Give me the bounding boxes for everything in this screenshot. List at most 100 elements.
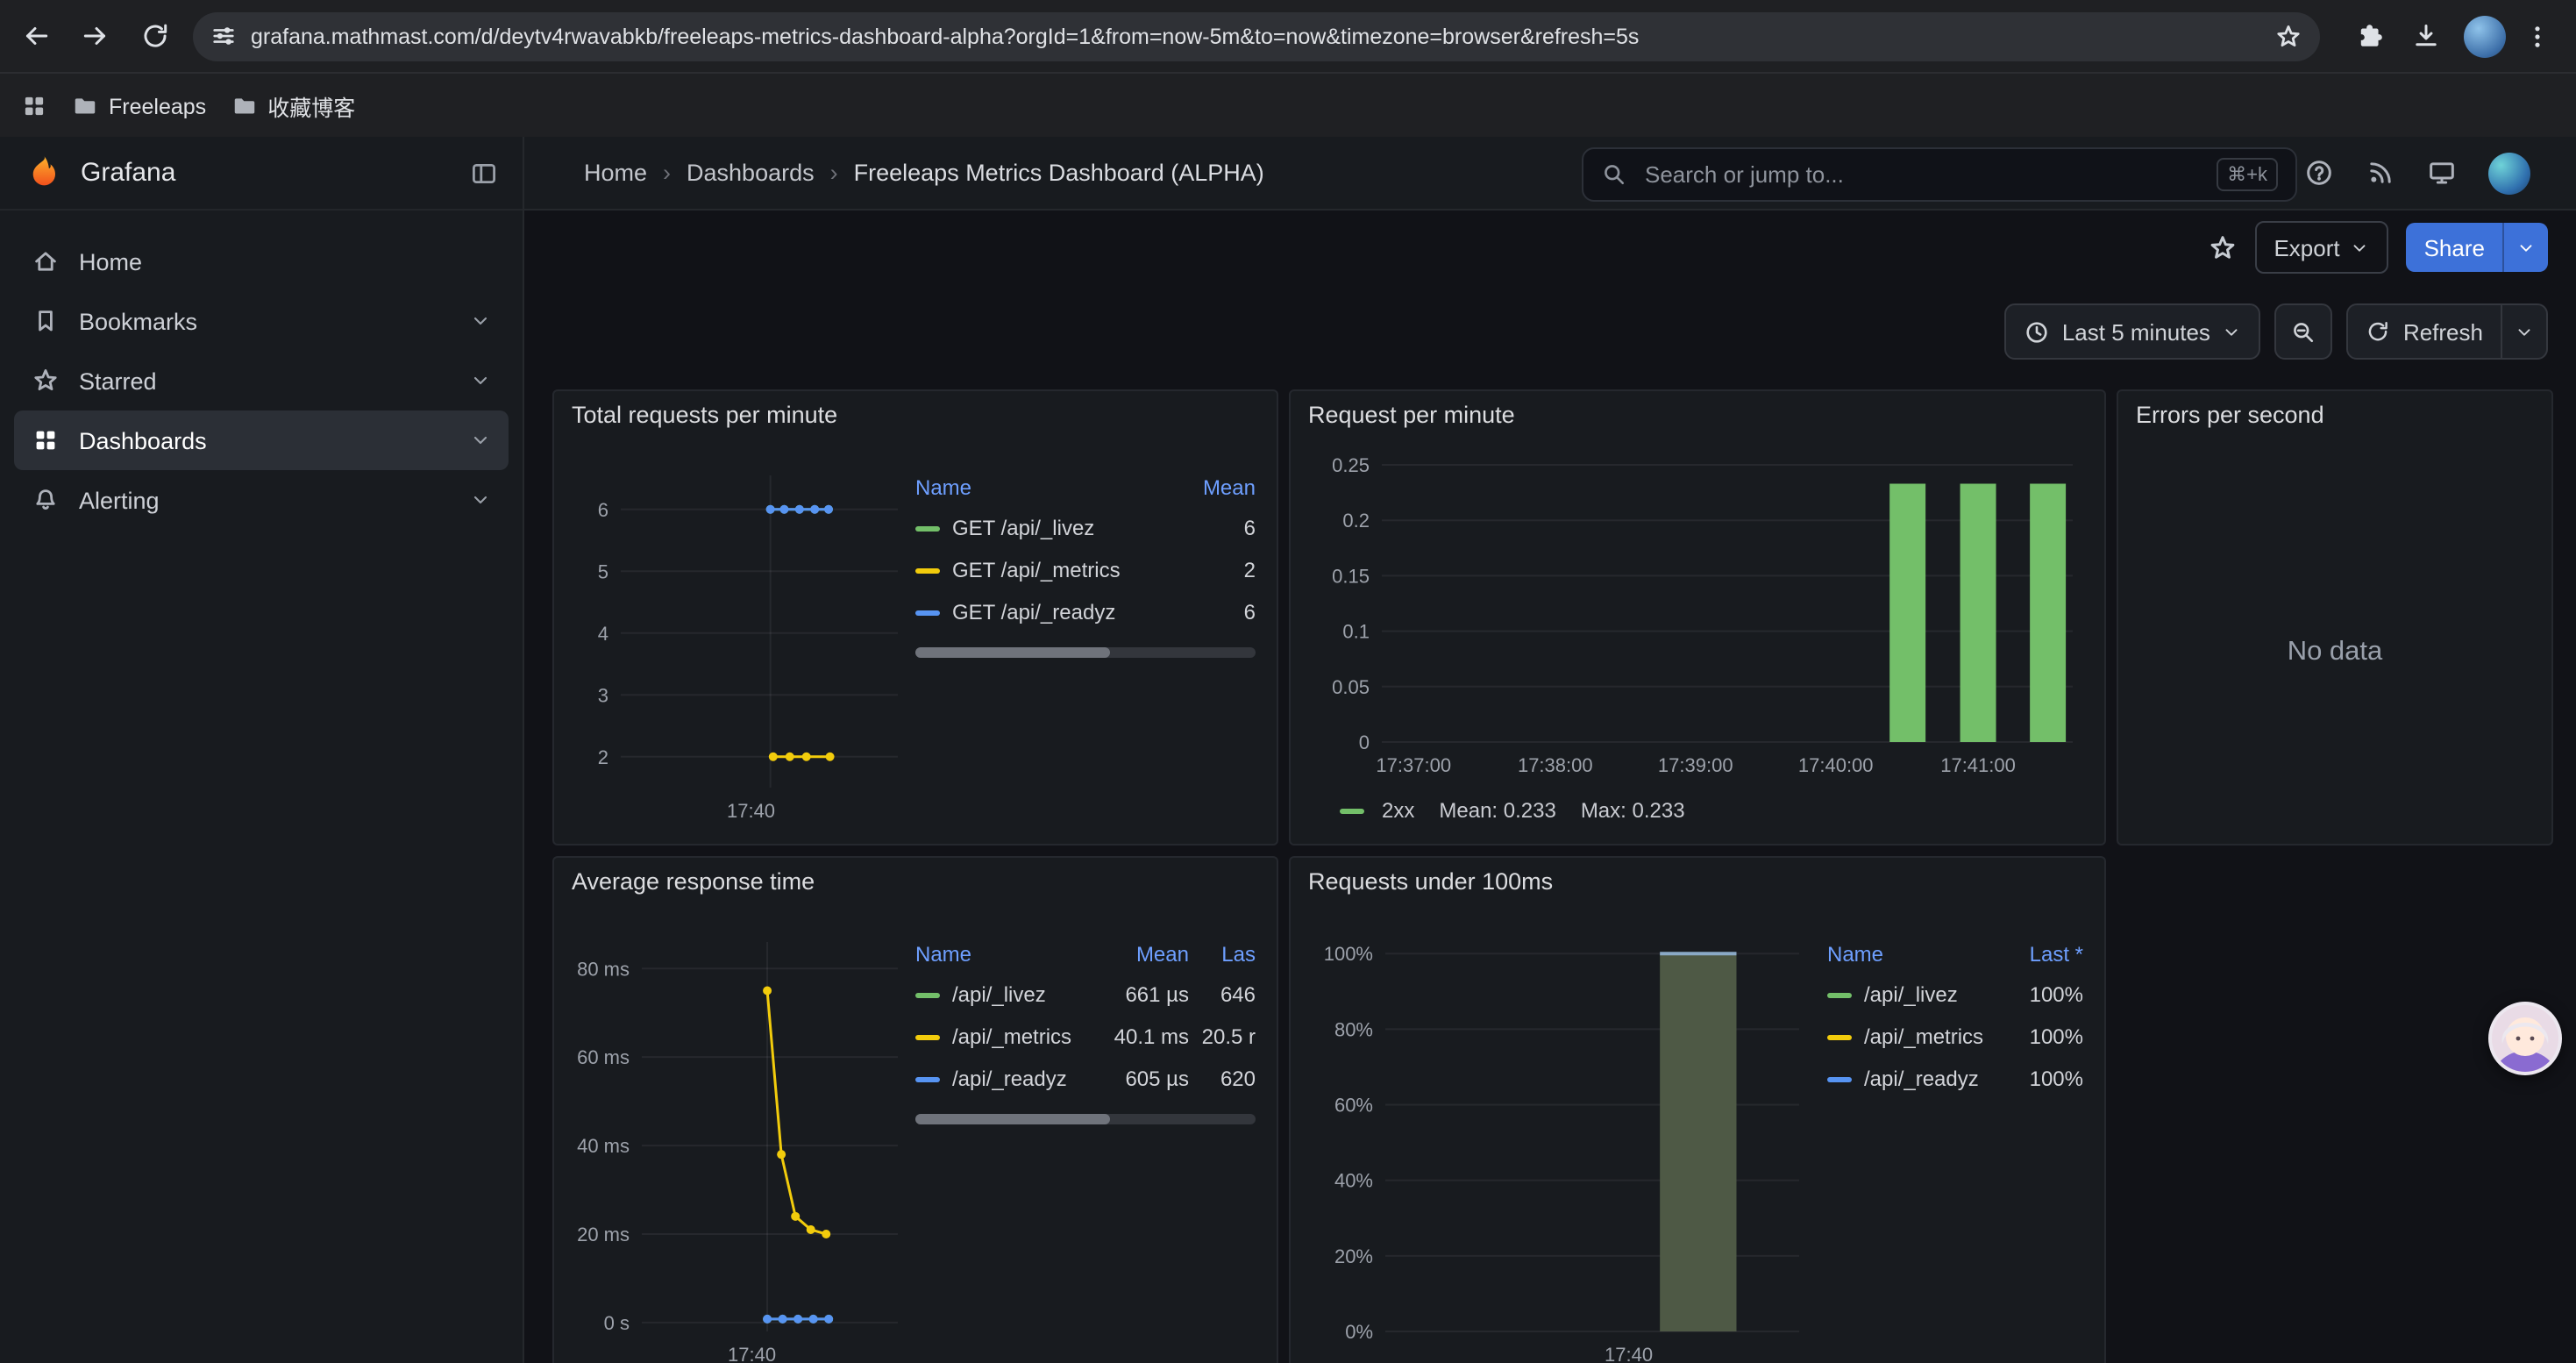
legend-row[interactable]: /api/_livez661 µs646 (915, 974, 1256, 1016)
legend-col-header[interactable]: Last * (1996, 942, 2083, 967)
site-settings-icon[interactable] (210, 23, 237, 49)
user-avatar[interactable] (2488, 152, 2530, 194)
legend-series-name[interactable]: GET /api/_livez (915, 516, 1175, 540)
legend-table: NameMeanLas/api/_livez661 µs646/api/_met… (915, 935, 1256, 1124)
share-button[interactable]: Share (2407, 223, 2548, 272)
dashboard-main: Home › Dashboards › Freeleaps Metrics Da… (524, 137, 2576, 1363)
legend-row[interactable]: GET /api/_livez6 (915, 507, 1256, 549)
legend-series-name[interactable]: /api/_readyz (915, 1067, 1091, 1091)
sidebar-item-bookmarks[interactable]: Bookmarks (14, 291, 509, 351)
legend-col-header[interactable]: Name (1827, 942, 1996, 967)
news-rss-icon[interactable] (2366, 158, 2395, 188)
legend-value: 2 (1175, 558, 1256, 582)
svg-text:17:41:00: 17:41:00 (1940, 754, 2016, 776)
search-box[interactable]: ⌘+k (1582, 147, 2297, 202)
legend-series-name[interactable]: /api/_readyz (1827, 1067, 1996, 1091)
legend-row[interactable]: GET /api/_metrics2 (915, 549, 1256, 591)
legend-value: 661 µs (1091, 982, 1189, 1007)
legend-row[interactable]: /api/_metrics40.1 ms20.5 r (915, 1016, 1256, 1058)
export-button[interactable]: Export (2254, 221, 2388, 274)
breadcrumb-dashboards[interactable]: Dashboards (687, 160, 815, 186)
time-range-picker[interactable]: Last 5 minutes (2004, 303, 2261, 360)
legend-series-name[interactable]: /api/_livez (915, 982, 1091, 1007)
help-icon[interactable] (2304, 158, 2334, 188)
apps-grid-icon[interactable] (21, 93, 47, 119)
chevron-down-icon[interactable] (470, 430, 491, 451)
sidebar-item-home[interactable]: Home (14, 232, 509, 291)
browser-profile-avatar[interactable] (2464, 15, 2506, 57)
sidebar-item-alerting[interactable]: Alerting (14, 470, 509, 530)
legend-series-name[interactable]: /api/_metrics (915, 1024, 1091, 1049)
bookmark-folder-blogs[interactable]: 收藏博客 (231, 89, 355, 123)
refresh-action[interactable]: Refresh (2349, 305, 2501, 358)
panel-title[interactable]: Average response time (572, 868, 815, 895)
legend-series-name[interactable]: GET /api/_readyz (915, 600, 1175, 624)
legend-max: Max: 0.233 (1581, 798, 1685, 823)
reload-icon[interactable] (130, 11, 179, 61)
sidebar-item-label: Home (79, 248, 142, 275)
legend-scrollbar[interactable] (915, 647, 1256, 658)
legend-inline[interactable]: 2xx Mean: 0.233 Max: 0.233 (1340, 798, 1685, 823)
bookmark-folder-freeleaps[interactable]: Freeleaps (72, 93, 206, 119)
legend-value: 6 (1175, 516, 1256, 540)
breadcrumb-separator: › (663, 160, 671, 186)
display-kiosk-icon[interactable] (2427, 158, 2457, 188)
legend-value: 100% (1996, 1067, 2083, 1091)
legend-row[interactable]: /api/_readyz100% (1827, 1058, 2083, 1100)
breadcrumb-home[interactable]: Home (584, 160, 647, 186)
legend-scrollbar[interactable] (915, 1114, 1256, 1124)
extensions-icon[interactable] (2345, 11, 2394, 61)
downloads-icon[interactable] (2401, 11, 2450, 61)
legend-row[interactable]: /api/_livez100% (1827, 974, 2083, 1016)
browser-menu-icon[interactable] (2513, 11, 2562, 61)
legend-value: 605 µs (1091, 1067, 1189, 1091)
zoom-out-button[interactable] (2275, 303, 2333, 360)
panel-title[interactable]: Request per minute (1308, 402, 1515, 428)
assistant-avatar[interactable] (2488, 1002, 2562, 1075)
panel-title[interactable]: Errors per second (2136, 402, 2324, 428)
legend-row[interactable]: /api/_readyz605 µs620 (915, 1058, 1256, 1100)
svg-text:17:37:00: 17:37:00 (1376, 754, 1451, 776)
grafana-app: Grafana Home Bookmarks Starred (0, 137, 2576, 1363)
panel-total-requests-per-minute: Total requests per minute 6543217:40 Nam… (552, 389, 1278, 846)
sidebar-item-dashboards[interactable]: Dashboards (14, 410, 509, 470)
breadcrumb: Home › Dashboards › Freeleaps Metrics Da… (584, 137, 1264, 209)
series-swatch (1340, 808, 1364, 813)
address-bar[interactable]: grafana.mathmast.com/d/deytv4rwavabkb/fr… (193, 11, 2320, 61)
panel-title[interactable]: Requests under 100ms (1308, 868, 1553, 895)
folder-icon (231, 93, 257, 119)
chevron-down-icon[interactable] (470, 310, 491, 332)
legend-col-header[interactable]: Name (915, 942, 1091, 967)
legend-col-header[interactable]: Name (915, 475, 1175, 500)
grafana-logo[interactable] (25, 153, 63, 192)
series-swatch (1827, 992, 1852, 997)
legend-series-name[interactable]: /api/_livez (1827, 982, 1996, 1007)
panel-title[interactable]: Total requests per minute (572, 402, 837, 428)
chevron-down-icon[interactable] (470, 489, 491, 510)
legend-row[interactable]: /api/_metrics100% (1827, 1016, 2083, 1058)
legend-series-name[interactable]: 2xx (1382, 798, 1414, 823)
bookmark-star-icon[interactable] (2274, 22, 2302, 50)
legend-row[interactable]: GET /api/_readyz6 (915, 591, 1256, 633)
back-icon[interactable] (11, 11, 60, 61)
series-swatch (1827, 1034, 1852, 1039)
svg-text:40%: 40% (1334, 1170, 1373, 1192)
legend-col-header[interactable]: Mean (1091, 942, 1189, 967)
dock-menu-icon[interactable] (470, 159, 498, 187)
grafana-header: Home › Dashboards › Freeleaps Metrics Da… (524, 137, 2576, 211)
export-label: Export (2274, 234, 2339, 260)
url-text[interactable]: grafana.mathmast.com/d/deytv4rwavabkb/fr… (251, 24, 2274, 48)
search-input[interactable] (1641, 160, 2217, 189)
legend-value: 20.5 r (1189, 1024, 1256, 1049)
legend-series-name[interactable]: /api/_metrics (1827, 1024, 1996, 1049)
share-menu-chevron[interactable] (2502, 223, 2548, 272)
chevron-down-icon[interactable] (470, 370, 491, 391)
legend-col-header[interactable]: Las (1189, 942, 1256, 967)
legend-series-name[interactable]: GET /api/_metrics (915, 558, 1175, 582)
share-label[interactable]: Share (2407, 223, 2502, 272)
legend-col-header[interactable]: Mean (1175, 475, 1256, 500)
refresh-interval-chevron[interactable] (2501, 305, 2546, 358)
favorite-star-icon[interactable] (2207, 232, 2237, 262)
forward-icon[interactable] (70, 11, 119, 61)
sidebar-item-starred[interactable]: Starred (14, 351, 509, 410)
